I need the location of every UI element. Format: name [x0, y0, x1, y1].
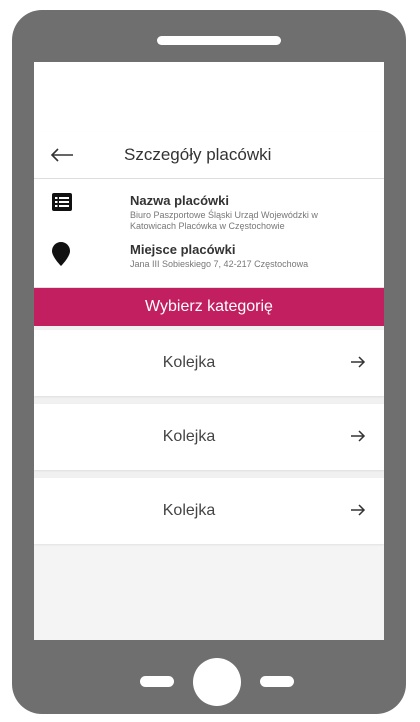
- list-item-label: Kolejka: [162, 428, 216, 445]
- phone-left-key: [140, 676, 174, 687]
- app-header: Szczegóły placówki: [34, 132, 384, 179]
- facility-place-value: Jana III Sobieskiego 7, 42-217 Częstocho…: [130, 259, 309, 269]
- arrow-right-icon: [350, 428, 366, 444]
- phone-home-bar: [12, 658, 406, 706]
- phone-speaker: [157, 36, 281, 45]
- back-arrow-icon[interactable]: [34, 132, 124, 178]
- list-item-label: Kolejka: [162, 502, 216, 519]
- category-list: Kolejka Kolejka Kolejka: [34, 326, 384, 544]
- facility-name-value: Biuro Paszportowe Śląski Urząd Wojewódzk…: [130, 210, 318, 231]
- list-item-label: Kolejka: [162, 354, 216, 371]
- arrow-right-icon: [350, 502, 366, 518]
- arrow-right-icon: [350, 354, 366, 370]
- page-title: Szczegóły placówki: [124, 145, 272, 164]
- choose-category-banner: Wybierz kategorię: [34, 288, 384, 326]
- location-pin-icon: [34, 242, 130, 270]
- facility-place-row: Miejsce placówki Jana III Sobieskiego 7,…: [34, 242, 384, 270]
- list-icon: [34, 193, 130, 232]
- phone-frame: Szczegóły placówki Nazwa placówki Biuro …: [12, 10, 406, 714]
- facility-name-row: Nazwa placówki Biuro Paszportowe Śląski …: [34, 193, 384, 232]
- app-screen: Szczegóły placówki Nazwa placówki Biuro …: [34, 62, 384, 640]
- facility-name-label: Nazwa placówki: [130, 193, 229, 208]
- list-item[interactable]: Kolejka: [34, 330, 384, 396]
- status-bar: [34, 62, 384, 132]
- phone-home-button[interactable]: [193, 658, 241, 706]
- phone-right-key: [260, 676, 294, 687]
- list-item[interactable]: Kolejka: [34, 404, 384, 470]
- facility-place-label: Miejsce placówki: [130, 242, 236, 257]
- facility-details: Nazwa placówki Biuro Paszportowe Śląski …: [34, 179, 384, 288]
- list-item[interactable]: Kolejka: [34, 478, 384, 544]
